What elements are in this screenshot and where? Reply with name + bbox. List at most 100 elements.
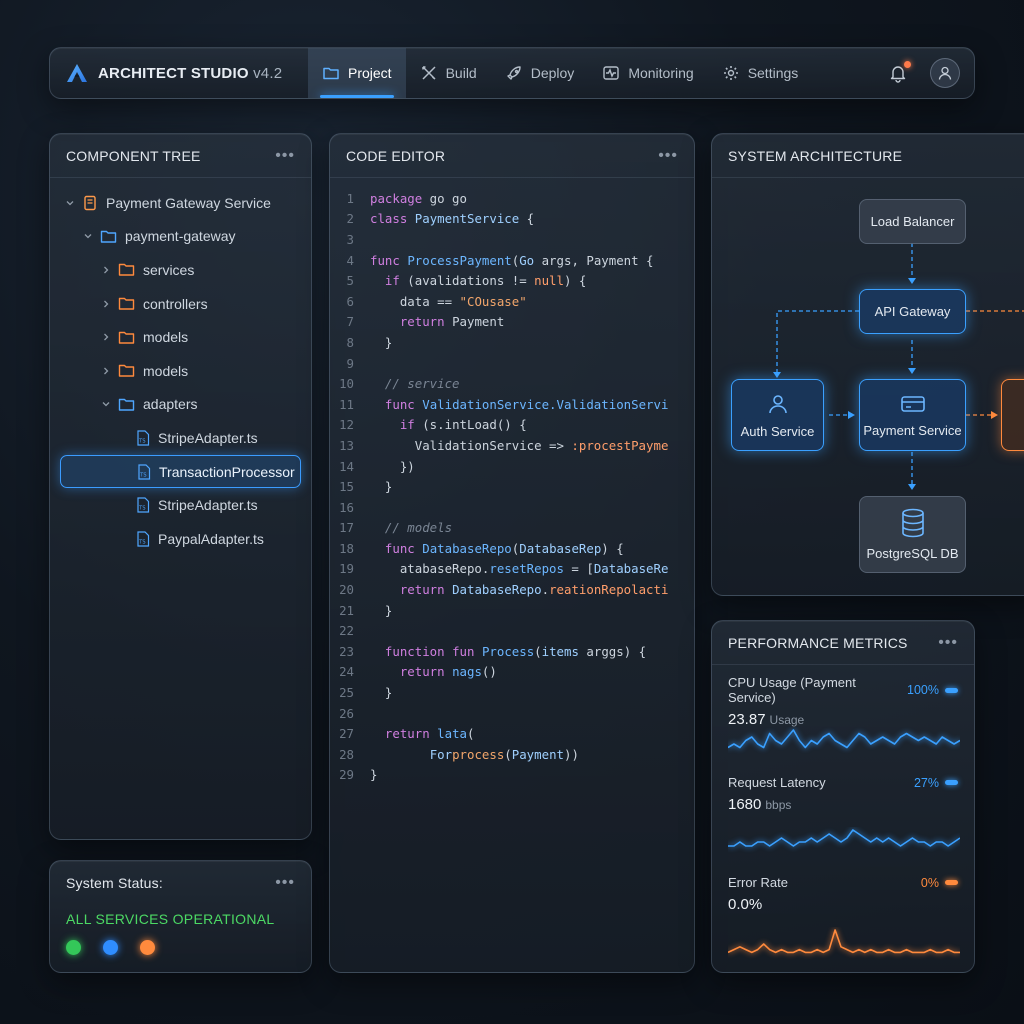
tools-icon (421, 66, 436, 80)
code-line: 14 }) (330, 456, 694, 477)
line-number: 11 (339, 396, 354, 412)
metric-card[interactable]: Request Latency 27% 1680 bbps (712, 765, 974, 865)
node-postgresql-db[interactable]: PostgreSQL DB (859, 496, 966, 573)
tree-item-label: controllers (143, 295, 208, 312)
metric-card[interactable]: Error Rate 0% 0.0% (712, 865, 974, 965)
code-line: 23 function fun Process(items arggs) { (330, 641, 694, 662)
notifications-button[interactable] (888, 61, 911, 83)
node-external-service[interactable] (1001, 379, 1024, 451)
metric-card[interactable]: CPU Usage (Payment Service) 100% 23.87 Usag… (712, 665, 974, 765)
tab-settings[interactable]: Settings (708, 48, 813, 98)
line-number: 12 (339, 417, 354, 433)
code-token: (avalidations != (399, 273, 535, 289)
metric-percent-value: 27% (913, 775, 939, 790)
line-number: 29 (339, 767, 354, 783)
line-number: 24 (339, 664, 354, 680)
tree-item-label: TransactionProcessor (159, 463, 295, 480)
top-navigation-bar: ARCHITECT STUDIO v4.2 Project Build Depl… (49, 47, 975, 99)
node-load-balancer[interactable]: Load Balancer (859, 199, 966, 244)
code-line: 4 func ProcessPayment(Go args, Payment { (330, 250, 694, 271)
chevron-right-icon[interactable] (100, 299, 112, 309)
node-api-gateway[interactable]: API Gateway (859, 289, 966, 334)
tab-label: Project (348, 65, 392, 81)
code-token: class (370, 211, 408, 227)
code-token: nags (452, 664, 482, 680)
code-area[interactable]: 1 package go go 2 class PaymentService {3 4 f… (330, 178, 694, 785)
code-token: ( (467, 726, 475, 742)
chevron-right-icon[interactable] (100, 332, 112, 342)
panel-menu-button[interactable]: ••• (658, 147, 678, 165)
chevron-down-icon[interactable] (100, 399, 112, 409)
code-token: ( (511, 540, 520, 556)
node-auth-service[interactable]: Auth Service (731, 379, 824, 451)
tree-item[interactable]: payment-gateway (50, 220, 311, 254)
tree-item[interactable]: controllers (50, 287, 311, 321)
system-status-panel: System Status: ••• ALL SERVICES OPERATIO… (49, 860, 312, 973)
svg-text:TS: TS (138, 438, 145, 444)
tree-item[interactable]: adapters (50, 388, 311, 422)
metric-unit: Usage (769, 713, 805, 727)
metric-value: 0.0% (728, 896, 763, 913)
tree-item[interactable]: models (50, 320, 311, 354)
code-token: return (399, 664, 445, 680)
code-line: 1 package go go (330, 188, 694, 209)
code-token: = [ (563, 561, 594, 577)
line-number: 2 (346, 211, 354, 227)
sparkline-path (728, 929, 960, 954)
tree-item[interactable]: Payment Gateway Service (50, 186, 311, 220)
metric-sparkline (728, 929, 960, 954)
code-token: (s.intLoad() { (414, 417, 527, 433)
code-token: DatabaseRepo (422, 540, 512, 556)
chevron-right-icon[interactable] (100, 366, 112, 376)
code-line: 7 return Payment (330, 312, 694, 333)
code-token: func (370, 252, 400, 268)
tree-item[interactable]: models (50, 354, 311, 388)
code-line: 5 if (avalidations != null) { (330, 270, 694, 291)
user-avatar-button[interactable] (930, 58, 960, 88)
metric-percent-value: 100% (907, 683, 939, 697)
tree-item[interactable]: TS StripeAdapter.ts (50, 421, 311, 455)
status-message: ALL SERVICES OPERATIONAL (66, 911, 275, 927)
tab-build[interactable]: Build (406, 48, 491, 98)
code-token: } (370, 767, 378, 783)
tab-project[interactable]: Project (308, 48, 406, 98)
ts-file-icon: TS (136, 531, 150, 547)
code-line: 11 func ValidationService.ValidationServ… (330, 394, 694, 415)
metric-percent: 27% (914, 776, 958, 790)
panel-menu-button[interactable]: ••• (275, 874, 295, 892)
code-line: 10 // service (330, 373, 694, 394)
node-payment-service[interactable]: Payment Service (859, 379, 966, 451)
status-dot (66, 940, 81, 955)
tree-item[interactable]: services (50, 253, 311, 287)
code-token: )) (563, 746, 579, 762)
folder-icon (118, 363, 135, 378)
tab-monitoring[interactable]: Monitoring (588, 48, 707, 98)
svg-text:TS: TS (138, 506, 145, 512)
metric-label: Request Latency (728, 775, 826, 790)
panel-menu-button[interactable]: ••• (275, 147, 295, 165)
tree-item[interactable]: TS StripeAdapter.ts (50, 488, 311, 522)
tree-item[interactable]: TS TransactionProcessor (60, 454, 301, 489)
line-number: 9 (346, 355, 354, 371)
chevron-down-icon[interactable] (82, 231, 94, 241)
chevron-down-icon[interactable] (64, 198, 76, 208)
user-icon (768, 394, 787, 413)
code-token: ValidationService.ValidationServi (422, 396, 669, 412)
chevron-right-icon[interactable] (100, 265, 112, 275)
code-token: resetRepos (489, 561, 564, 577)
tree-item[interactable]: TS PaypalAdapter.ts (50, 522, 311, 556)
brand: ARCHITECT STUDIO v4.2 (50, 63, 308, 83)
code-token: ( (511, 252, 520, 268)
panel-menu-button[interactable]: ••• (938, 634, 958, 652)
code-line: 16 (330, 497, 694, 518)
code-line: 13 ValidationService => :procestPayme (330, 435, 694, 456)
panel-title: System Status: (66, 875, 163, 891)
panel-header: COMPONENT TREE ••• (50, 134, 311, 178)
metric-label: CPU Usage (Payment Service) (728, 675, 856, 705)
tab-deploy[interactable]: Deploy (491, 48, 589, 98)
